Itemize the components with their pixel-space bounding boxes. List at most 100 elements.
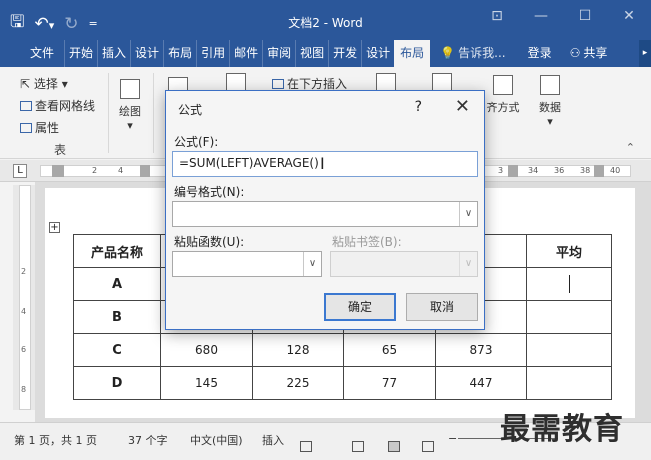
tab-table-design[interactable]: 设计 — [361, 40, 394, 67]
table-cell[interactable]: 447 — [435, 366, 527, 400]
table-cell[interactable] — [526, 366, 612, 400]
share-button[interactable]: 共享 — [556, 40, 612, 67]
ribbon-display-icon[interactable]: ⊡ — [475, 8, 519, 24]
close-icon[interactable]: ✕ — [607, 8, 651, 24]
vertical-ruler-number: 6 — [21, 345, 27, 354]
ruler-column-marker[interactable] — [594, 165, 604, 177]
properties-icon — [20, 123, 32, 133]
vertical-ruler-number: 2 — [21, 267, 27, 276]
ribbon-tabs: 文件 开始 插入 设计 布局 引用 邮件 审阅 视图 开发 设计 布局 💡 告诉我… — [0, 40, 651, 67]
table-cell[interactable]: 128 — [252, 333, 344, 367]
table-cell[interactable]: 225 — [252, 366, 344, 400]
ruler-number: 34 — [528, 166, 539, 175]
maximize-icon[interactable]: ☐ — [563, 8, 607, 24]
table-move-handle-icon[interactable]: + — [49, 222, 60, 233]
ruler-number: 40 — [610, 166, 621, 175]
collapse-ribbon-icon[interactable]: ⌃ — [626, 141, 635, 154]
ok-button[interactable]: 确定 — [324, 293, 396, 321]
tab-table-layout[interactable]: 布局 — [394, 40, 431, 67]
ruler-number: 3 — [498, 166, 504, 175]
tab-design[interactable]: 设计 — [130, 40, 163, 67]
formula-label: 公式(F): — [174, 135, 219, 149]
vertical-ruler-number: 4 — [21, 307, 27, 316]
tab-view[interactable]: 视图 — [295, 40, 328, 67]
paste-bookmark-select[interactable]: ∨ — [330, 251, 478, 277]
close-icon[interactable]: ✕ — [455, 96, 470, 117]
ruler-margin-marker[interactable] — [52, 165, 64, 177]
dialog-title: 公式 — [178, 103, 203, 117]
grid-icon — [20, 101, 32, 111]
tab-review[interactable]: 审阅 — [262, 40, 295, 67]
table-header-cell[interactable]: 平均 — [526, 234, 612, 268]
table-cell[interactable]: D — [73, 366, 161, 400]
ruler-number: 36 — [554, 166, 565, 175]
watermark-logo: 最需教育 — [500, 412, 624, 447]
tab-stop-selector[interactable]: L — [13, 164, 27, 178]
formula-input[interactable]: =SUM(LEFT)AVERAGE() — [172, 151, 478, 177]
group-separator — [108, 73, 109, 153]
vertical-ruler: 2 4 6 8 — [13, 185, 35, 410]
word-count[interactable]: 37 个字 — [128, 432, 168, 448]
page-count[interactable]: 第 1 页，共 1 页 — [14, 432, 97, 448]
table-cell-active[interactable] — [526, 267, 612, 301]
table-cell[interactable]: A — [73, 267, 161, 301]
table-cell[interactable]: 680 — [160, 333, 253, 367]
tab-references[interactable]: 引用 — [196, 40, 229, 67]
tabs-scroll-right-icon[interactable]: ▸ — [639, 40, 651, 67]
paste-bookmark-label: 粘贴书签(B): — [332, 235, 402, 249]
table-row: D 145 225 77 447 — [73, 366, 612, 400]
ruler-column-marker[interactable] — [140, 165, 150, 177]
lightbulb-icon: 💡 — [440, 46, 456, 60]
ibeam-cursor-icon: I — [320, 154, 325, 173]
view-gridlines-button[interactable]: 查看网格线 — [20, 97, 95, 114]
paste-function-select[interactable]: ∨ — [172, 251, 322, 277]
tab-developer[interactable]: 开发 — [328, 40, 361, 67]
tell-me-search[interactable]: 💡 告诉我... — [430, 40, 509, 67]
text-cursor — [568, 275, 570, 293]
ruler-number: 38 — [580, 166, 591, 175]
number-format-select[interactable]: ∨ — [172, 201, 478, 227]
table-cell[interactable]: C — [73, 333, 161, 367]
chevron-down-icon: ∨ — [459, 202, 477, 226]
table-cell[interactable] — [526, 333, 612, 367]
help-icon[interactable]: ? — [415, 99, 422, 115]
data-icon — [540, 75, 560, 95]
zoom-out-icon[interactable]: − — [448, 432, 457, 445]
tab-insert[interactable]: 插入 — [97, 40, 130, 67]
tab-file[interactable]: 文件 — [0, 40, 64, 67]
number-format-label: 编号格式(N): — [174, 185, 245, 199]
table-cell[interactable]: B — [73, 300, 161, 334]
draw-button[interactable]: 绘图 ▾ — [112, 79, 148, 132]
group-label-table: 表 — [54, 143, 67, 157]
table-row: C 680 128 65 873 — [73, 333, 612, 367]
language-indicator[interactable]: 中文(中国) — [190, 432, 243, 448]
data-button[interactable]: 数据 ▾ — [530, 75, 570, 128]
table-cell[interactable] — [526, 300, 612, 334]
table-cell[interactable]: 65 — [343, 333, 436, 367]
paste-function-label: 粘贴函数(U): — [174, 235, 245, 249]
group-separator — [153, 73, 154, 153]
table-cell[interactable]: 145 — [160, 366, 253, 400]
tab-home[interactable]: 开始 — [64, 40, 97, 67]
pencil-table-icon — [120, 79, 140, 99]
insert-mode[interactable]: 插入 — [262, 432, 284, 448]
login-link[interactable]: 登录 — [510, 40, 556, 67]
formula-dialog: 公式 ? ✕ 公式(F): =SUM(LEFT)AVERAGE() 编号格式(N… — [165, 90, 485, 330]
cursor-icon: ⇱ — [20, 77, 31, 91]
table-cell[interactable]: 77 — [343, 366, 436, 400]
properties-button[interactable]: 属性 — [20, 119, 59, 136]
select-button[interactable]: ⇱ 选择 ▾ — [20, 75, 68, 92]
table-header-cell[interactable]: 产品名称 — [73, 234, 161, 268]
title-bar: 🖫 ↶▾ ↻ = 文档2 - Word ⊡ — ☐ ✕ — [0, 0, 651, 40]
ruler-column-marker[interactable] — [508, 165, 518, 177]
vertical-ruler-strip — [19, 185, 31, 410]
cancel-button[interactable]: 取消 — [406, 293, 478, 321]
tab-layout[interactable]: 布局 — [163, 40, 196, 67]
minimize-icon[interactable]: — — [519, 8, 563, 24]
chevron-down-icon: ∨ — [303, 252, 321, 276]
table-cell[interactable]: 873 — [435, 333, 527, 367]
chevron-down-icon: ∨ — [459, 252, 477, 276]
tab-mailings[interactable]: 邮件 — [229, 40, 262, 67]
insert-below-icon — [272, 79, 284, 89]
alignment-button[interactable]: 齐方式 — [478, 75, 528, 115]
